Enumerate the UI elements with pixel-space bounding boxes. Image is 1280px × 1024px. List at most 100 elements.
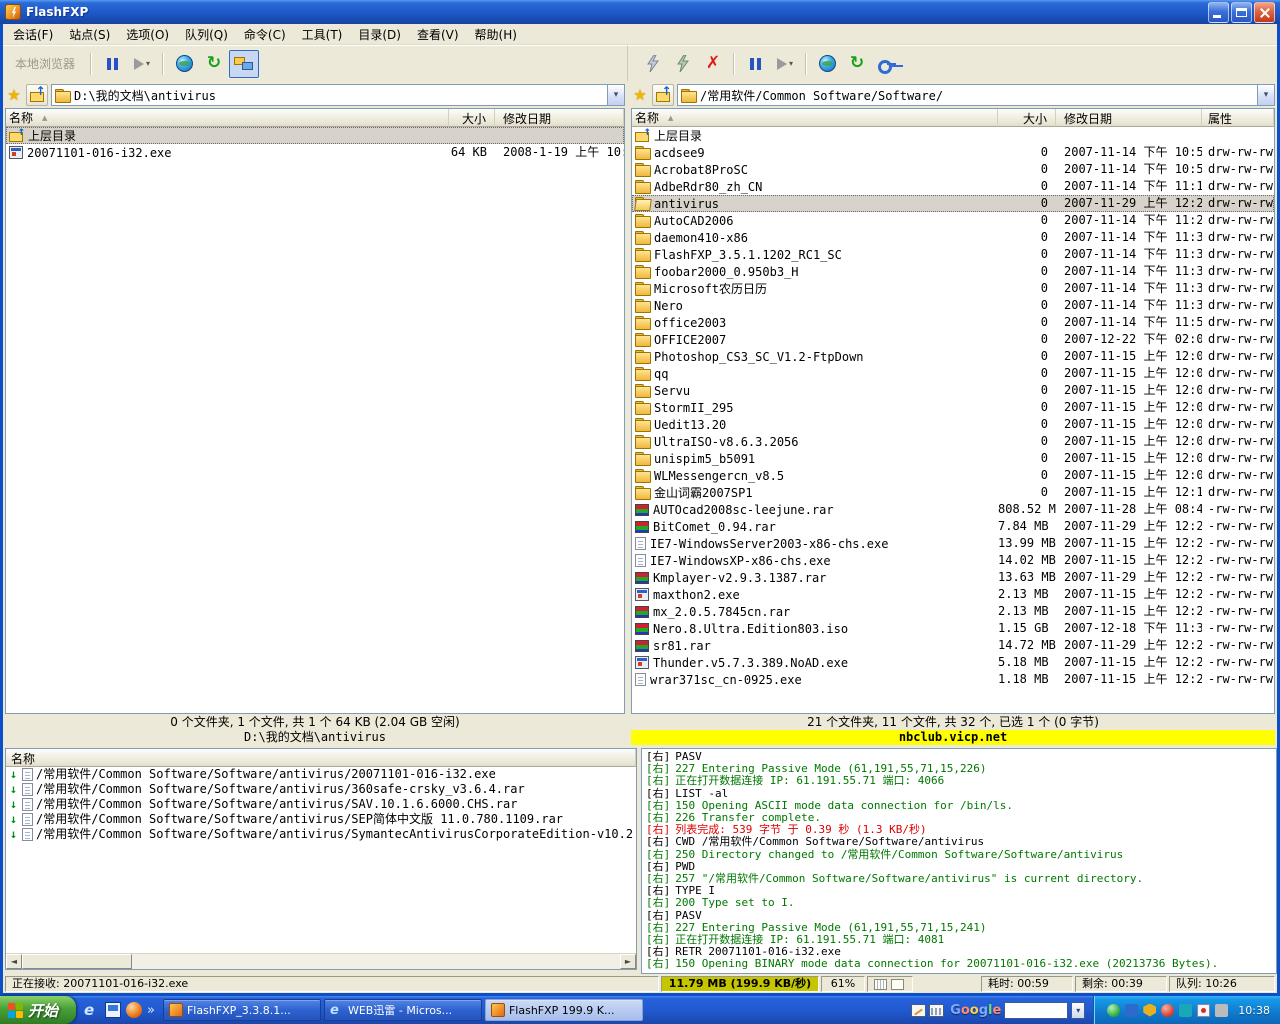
start-transfer-button[interactable]: ▾	[127, 50, 157, 78]
queue-item[interactable]: /常用软件/Common Software/Software/antivirus…	[6, 797, 636, 812]
quicklaunch-ie-icon[interactable]	[84, 1002, 100, 1018]
queue-item[interactable]: /常用软件/Common Software/Software/antivirus…	[6, 812, 636, 827]
tray-icon-2[interactable]	[1125, 1004, 1138, 1017]
file-row[interactable]: acdsee902007-11-14 下午 10:55drw-rw-rw-	[632, 144, 1274, 161]
column-attr[interactable]: 属性	[1202, 109, 1274, 127]
file-row[interactable]: 20071101-016-i32.exe64 KB2008-1-19 上午 10…	[6, 144, 624, 161]
remote-path-dropdown-button[interactable]: ▾	[1257, 85, 1274, 105]
file-row[interactable]: office200302007-11-14 下午 11:56drw-rw-rw-	[632, 314, 1274, 331]
minimize-button[interactable]	[1208, 2, 1229, 23]
remote-up-directory-button[interactable]	[652, 84, 674, 106]
column-size[interactable]: 大小	[998, 109, 1056, 127]
local-path-combobox[interactable]: D:\我的文档\antivirus ▾	[51, 84, 625, 106]
title-bar[interactable]: FlashFXP	[0, 0, 1280, 24]
favorites-star-icon[interactable]: ★	[631, 88, 649, 103]
local-path-dropdown-button[interactable]: ▾	[607, 85, 624, 105]
scroll-left-button[interactable]: ◄	[6, 954, 22, 969]
remote-path-combobox[interactable]: /常用软件/Common Software/Software/ ▾	[677, 84, 1275, 106]
menu-item[interactable]: 队列(Q)	[177, 24, 236, 45]
remote-globe-button[interactable]	[812, 50, 842, 78]
column-name[interactable]: 名称	[6, 109, 449, 127]
file-row[interactable]: OFFICE200702007-12-22 下午 02:04drw-rw-rw-	[632, 331, 1274, 348]
queue-column-name[interactable]: 名称	[6, 749, 636, 767]
tray-icon-1[interactable]	[1107, 1004, 1120, 1017]
connect-button[interactable]	[638, 50, 668, 78]
site-globe-button[interactable]	[169, 50, 199, 78]
local-browser-label[interactable]: 本地浏览器	[11, 55, 85, 72]
file-row[interactable]: qq02007-11-15 上午 12:03drw-rw-rw-	[632, 365, 1274, 382]
pause-queue-button[interactable]	[740, 50, 770, 78]
file-row[interactable]: mx_2.0.5.7845cn.rar2.13 MB2007-11-15 上午 …	[632, 603, 1274, 620]
column-date[interactable]: 修改日期	[495, 109, 624, 127]
menu-item[interactable]: 查看(V)	[409, 24, 467, 45]
horizontal-scrollbar[interactable]: ◄ ►	[6, 953, 636, 969]
taskbar-task[interactable]: WEB迅雷 - Micros...	[324, 999, 482, 1021]
file-row[interactable]: maxthon2.exe2.13 MB2007-11-15 上午 12:20-r…	[632, 586, 1274, 603]
pen-icon[interactable]	[911, 1004, 926, 1017]
file-row[interactable]: WLMessengercn_v8.502007-11-15 上午 12:08dr…	[632, 467, 1274, 484]
file-row[interactable]: Nero.8.Ultra.Edition803.iso1.15 GB2007-1…	[632, 620, 1274, 637]
file-row[interactable]: Kmplayer-v2.9.3.1387.rar13.63 MB2007-11-…	[632, 569, 1274, 586]
column-size[interactable]: 大小	[449, 109, 495, 127]
menu-item[interactable]: 帮助(H)	[467, 24, 525, 45]
start-button[interactable]: 开始	[0, 996, 76, 1024]
file-row[interactable]: AdbeRdr80_zh_CN02007-11-14 下午 11:12drw-r…	[632, 178, 1274, 195]
transfer-queue-button[interactable]: ▾	[770, 50, 800, 78]
up-directory-row[interactable]: 上层目录	[6, 127, 624, 144]
scrollbar-track[interactable]	[22, 954, 620, 969]
file-row[interactable]: Microsoft农历日历02007-11-14 下午 11:32drw-rw-…	[632, 280, 1274, 297]
tray-icon-4[interactable]	[1161, 1004, 1174, 1017]
file-row[interactable]: BitComet_0.94.rar7.84 MB2007-11-29 上午 12…	[632, 518, 1274, 535]
google-search-button[interactable]: ▾	[1071, 1002, 1085, 1019]
refresh-local-button[interactable]: ↻	[199, 50, 229, 78]
google-search-input[interactable]	[1004, 1002, 1068, 1019]
file-row[interactable]: AUTOcad2008sc-leejune.rar808.52 MB2007-1…	[632, 501, 1274, 518]
file-row[interactable]: IE7-WindowsServer2003-x86-chs.exe13.99 M…	[632, 535, 1274, 552]
file-row[interactable]: Thunder.v5.7.3.389.NoAD.exe5.18 MB2007-1…	[632, 654, 1274, 671]
close-button[interactable]	[1254, 2, 1275, 23]
file-row[interactable]: sr81.rar14.72 MB2007-11-29 上午 12:28-rw-r…	[632, 637, 1274, 654]
menu-item[interactable]: 会话(F)	[5, 24, 61, 45]
file-row[interactable]: AutoCAD200602007-11-14 下午 11:28drw-rw-rw…	[632, 212, 1274, 229]
file-row[interactable]: 金山词霸2007SP102007-11-15 上午 12:19drw-rw-rw…	[632, 484, 1274, 501]
menu-item[interactable]: 选项(O)	[118, 24, 177, 45]
refresh-remote-button[interactable]: ↻	[842, 50, 872, 78]
file-row[interactable]: daemon410-x8602007-11-14 下午 11:31drw-rw-…	[632, 229, 1274, 246]
file-row[interactable]: Servu02007-11-15 上午 12:03drw-rw-rw-	[632, 382, 1274, 399]
queue-item[interactable]: /常用软件/Common Software/Software/antivirus…	[6, 827, 636, 842]
pause-transfer-button[interactable]	[97, 50, 127, 78]
scroll-right-button[interactable]: ►	[620, 954, 636, 969]
up-directory-row[interactable]: 上层目录	[632, 127, 1274, 144]
file-row[interactable]: StormII_29502007-11-15 上午 12:06drw-rw-rw…	[632, 399, 1274, 416]
menu-item[interactable]: 命令(C)	[236, 24, 294, 45]
menu-item[interactable]: 目录(D)	[350, 24, 409, 45]
file-row[interactable]: wrar371sc_cn-0925.exe1.18 MB2007-11-15 上…	[632, 671, 1274, 688]
quicklaunch-overflow-chevron[interactable]: »	[147, 1003, 155, 1018]
file-row[interactable]: Nero02007-11-14 下午 11:33drw-rw-rw-	[632, 297, 1274, 314]
file-row[interactable]: IE7-WindowsXP-x86-chs.exe14.02 MB2007-11…	[632, 552, 1274, 569]
column-date[interactable]: 修改日期	[1056, 109, 1202, 127]
tray-icon-5[interactable]	[1179, 1004, 1192, 1017]
file-row[interactable]: unispim5_b509102007-11-15 上午 12:07drw-rw…	[632, 450, 1274, 467]
file-row[interactable]: UltraISO-v8.6.3.205602007-11-15 上午 12:07…	[632, 433, 1274, 450]
taskbar-task[interactable]: FlashFXP_3.3.8.1...	[163, 999, 321, 1021]
maximize-button[interactable]	[1231, 2, 1252, 23]
abort-button[interactable]: ✗	[698, 50, 728, 78]
quicklaunch-show-desktop-icon[interactable]	[105, 1002, 121, 1018]
file-row[interactable]: Acrobat8ProSC02007-11-14 下午 10:55drw-rw-…	[632, 161, 1274, 178]
menu-item[interactable]: 工具(T)	[294, 24, 351, 45]
identity-key-button[interactable]	[872, 50, 902, 78]
tray-icon-6[interactable]	[1197, 1004, 1210, 1017]
queue-item[interactable]: /常用软件/Common Software/Software/antivirus…	[6, 782, 636, 797]
folder-sync-button[interactable]	[229, 50, 259, 78]
file-row[interactable]: antivirus02007-11-29 上午 12:25drw-rw-rw-	[632, 195, 1274, 212]
taskbar-task[interactable]: FlashFXP 199.9 K...	[485, 999, 643, 1021]
quicklaunch-media-player-icon[interactable]	[126, 1002, 142, 1018]
queue-item[interactable]: /常用软件/Common Software/Software/antivirus…	[6, 767, 636, 782]
local-up-directory-button[interactable]	[26, 84, 48, 106]
favorites-star-icon[interactable]: ★	[5, 88, 23, 103]
file-row[interactable]: Uedit13.2002007-11-15 上午 12:07drw-rw-rw-	[632, 416, 1274, 433]
tray-icon-3[interactable]	[1143, 1004, 1156, 1017]
keyboard-icon[interactable]	[929, 1004, 944, 1017]
file-row[interactable]: foobar2000_0.950b3_H02007-11-14 下午 11:31…	[632, 263, 1274, 280]
